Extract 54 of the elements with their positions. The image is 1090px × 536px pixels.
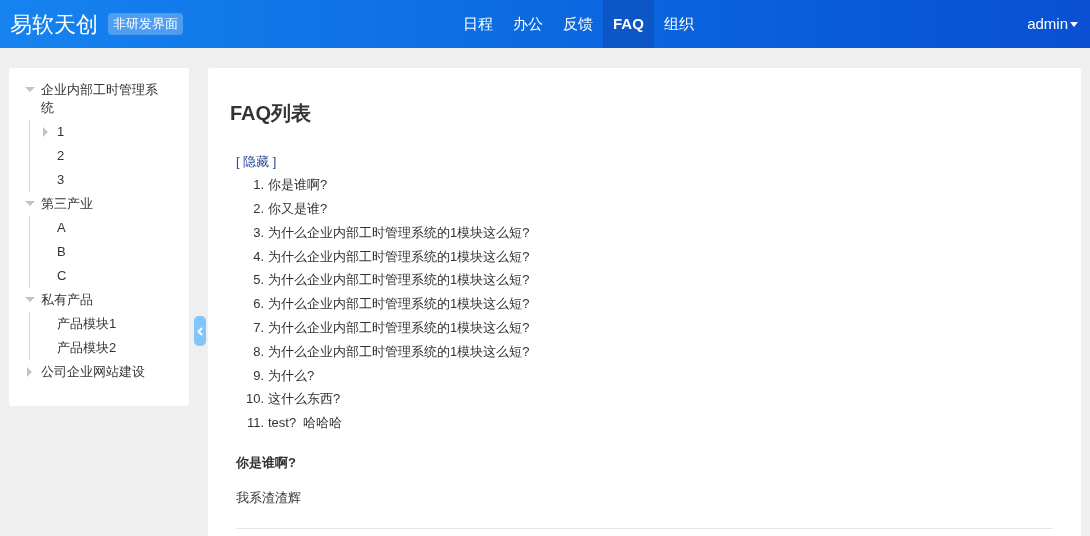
faq-question-link[interactable]: 为什么? <box>268 365 315 385</box>
nav-tab[interactable]: 反馈 <box>553 0 603 48</box>
tree-item[interactable]: 私有产品 <box>41 291 161 309</box>
list-number: 9. <box>252 366 265 385</box>
list-number: 4. <box>252 247 265 266</box>
nav-tab[interactable]: FAQ <box>603 0 654 48</box>
answer-question: 你是谁啊? <box>236 453 297 472</box>
faq-question-link[interactable]: 为什么企业内部工时管理系统的1模块这么短? <box>268 246 530 267</box>
tree-item[interactable]: 公司企业网站建设 <box>41 363 161 381</box>
caret-right-icon[interactable] <box>41 127 51 137</box>
list-number: 11. <box>245 414 265 433</box>
mode-badge: 非研发界面 <box>108 13 183 35</box>
faq-question-link[interactable]: 这什么东西? <box>268 389 341 409</box>
page-title: FAQ列表 <box>230 101 313 126</box>
faq-question-link[interactable]: 你是谁啊? <box>268 175 328 195</box>
answer-text: 我系渣渣辉 <box>236 489 302 508</box>
hide-link[interactable]: [ 隐藏 ] <box>236 153 1059 171</box>
caret-down-icon[interactable] <box>25 295 35 305</box>
list-number: 6. <box>252 295 265 314</box>
nav-tab[interactable]: 组织 <box>653 0 704 48</box>
tree-item[interactable]: B <box>57 243 173 261</box>
tree-item[interactable]: C <box>57 267 173 285</box>
faq-question-link[interactable]: test? 哈哈哈 <box>268 413 343 433</box>
chevron-left-icon <box>197 326 203 336</box>
caret-down-icon <box>1070 21 1078 27</box>
tree-item[interactable]: 2 <box>57 147 173 165</box>
tree-item[interactable]: 3 <box>57 171 173 189</box>
tree-item[interactable]: 1 <box>57 123 173 141</box>
nav-tab[interactable]: 办公 <box>503 0 553 48</box>
tree-item[interactable]: A <box>57 219 173 237</box>
list-number: 5. <box>252 271 265 290</box>
list-number: 2. <box>252 199 265 218</box>
caret-right-icon[interactable] <box>25 367 35 377</box>
caret-down-icon[interactable] <box>25 199 35 209</box>
caret-down-icon[interactable] <box>25 85 35 95</box>
user-menu[interactable]: admin <box>1027 12 1078 36</box>
list-number: 3. <box>252 223 265 242</box>
collapse-handle[interactable] <box>194 316 206 346</box>
nav-tab[interactable]: 日程 <box>453 0 503 48</box>
faq-question-link[interactable]: 为什么企业内部工时管理系统的1模块这么短? <box>268 294 530 314</box>
faq-question-link[interactable]: 为什么企业内部工时管理系统的1模块这么短? <box>268 341 530 362</box>
tree-item[interactable]: 第三产业 <box>41 195 161 213</box>
faq-question-link[interactable]: 为什么企业内部工时管理系统的1模块这么短? <box>268 317 530 338</box>
faq-question-link[interactable]: 为什么企业内部工时管理系统的1模块这么短? <box>268 270 530 290</box>
tree-item[interactable]: 企业内部工时管理系统 <box>41 81 161 117</box>
list-number: 8. <box>252 342 265 361</box>
list-number: 10. <box>244 390 265 409</box>
list-number: 7. <box>252 318 265 337</box>
list-number: 1. <box>252 176 265 195</box>
tree-item[interactable]: 产品模块1 <box>57 315 173 333</box>
brand-title: 易软天创 <box>10 10 98 39</box>
faq-question-link[interactable]: 为什么企业内部工时管理系统的1模块这么短? <box>268 222 530 243</box>
tree-item[interactable]: 产品模块2 <box>57 339 173 357</box>
faq-question-link[interactable]: 你又是谁? <box>268 198 328 219</box>
